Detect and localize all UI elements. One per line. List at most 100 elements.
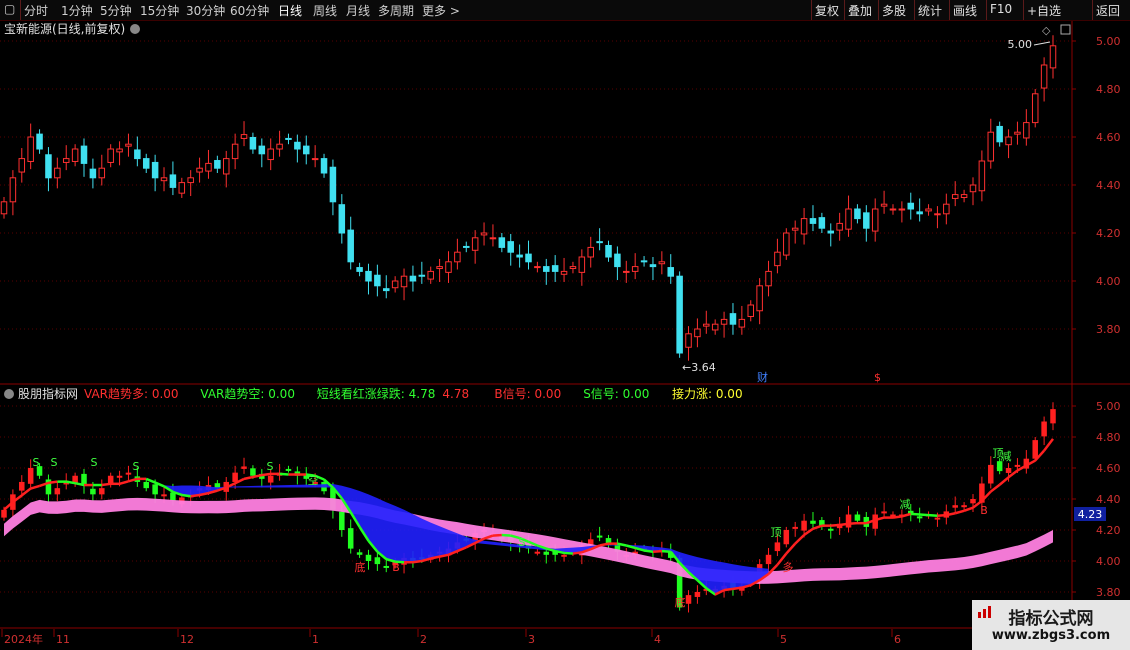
trend-line-segment [572, 551, 583, 555]
signal-label: 多 [783, 560, 794, 574]
trend-line-segment [190, 493, 200, 498]
indicator-axis-label: 4.60 [1096, 462, 1121, 475]
indicator-axis-label: 3.80 [1096, 586, 1121, 599]
toolbar-button-4[interactable]: 画线 [953, 2, 977, 19]
trend-line-segment [261, 472, 271, 477]
candle-body [436, 266, 443, 270]
indicator-value-5: S信号: 0.00 [583, 387, 649, 401]
ind-candle-body [916, 516, 923, 519]
ind-candle-body [241, 466, 247, 469]
period-toolbar: 分时 1分钟 5分钟 15分钟 30分钟 60分钟 日线 周线 月线 多周期 更多 > 复权 叠加 多股统… [0, 0, 1130, 21]
toolbar-button-0[interactable]: 复权 [815, 2, 839, 19]
signal-label: S [267, 460, 274, 473]
candle-body [54, 167, 61, 179]
candle-body [231, 143, 239, 160]
trend-line-segment [937, 513, 947, 517]
main-axis-label: 4.40 [1096, 179, 1121, 192]
toolbar-button-6[interactable]: +自选 [1027, 2, 1061, 19]
ind-candle-body [19, 481, 25, 491]
tab-3[interactable]: 15分钟 [140, 2, 179, 19]
candle-body [1023, 122, 1030, 139]
ind-candle-body [845, 514, 852, 528]
tab-6[interactable]: 日线 [278, 2, 302, 19]
candle-body [116, 148, 123, 153]
trend-line-segment [963, 506, 974, 512]
toolbar-button-2[interactable]: 多股 [882, 2, 906, 19]
candle-body [338, 204, 346, 234]
signal-label: B [980, 504, 988, 517]
candle-body [329, 166, 337, 203]
candle-body [898, 208, 906, 211]
candle-body [614, 253, 621, 268]
tab-9[interactable]: 多周期 [378, 2, 414, 19]
indicator-dropdown-icon[interactable] [4, 389, 14, 399]
time-axis-label: 2024年 [4, 632, 43, 646]
candle-body [951, 194, 959, 199]
candle-body [738, 318, 746, 328]
panel-toggle-icon[interactable]: ▢ [4, 2, 15, 16]
toolbar-button-3[interactable]: 统计 [918, 2, 942, 19]
ind-candle-body [1032, 440, 1038, 459]
signal-label: S [51, 456, 58, 469]
indicator-axis-label: 5.00 [1096, 400, 1121, 413]
signal-label: S [133, 460, 140, 473]
candle-body [222, 158, 230, 175]
candle-body [551, 265, 559, 272]
tab-7[interactable]: 周线 [313, 2, 337, 19]
ind-candle-body [988, 464, 994, 484]
signal-label: S [33, 456, 40, 469]
candle-body [729, 313, 737, 325]
indicator-value-4: B信号: 0.00 [494, 387, 561, 401]
candle-body [560, 270, 568, 275]
indicator-axis-label: 4.40 [1096, 493, 1121, 506]
signal-label: 空 [308, 473, 319, 487]
candle-body [480, 232, 488, 236]
tab-5[interactable]: 60分钟 [230, 2, 269, 19]
tab-10[interactable]: 更多 > [422, 2, 460, 19]
tab-4[interactable]: 30分钟 [186, 2, 225, 19]
candle-body [969, 184, 977, 193]
signal-label: 减 [900, 498, 911, 511]
candle-body [267, 148, 274, 161]
ind-candle-body [116, 475, 123, 478]
time-axis-label: 3 [528, 633, 535, 646]
tab-8[interactable]: 月线 [346, 2, 370, 19]
trend-line-segment [279, 472, 289, 476]
ind-candle-body [267, 475, 274, 483]
ind-candle-body [801, 520, 807, 531]
candle-body [880, 203, 888, 207]
toolbar-button-5[interactable]: F10 [990, 2, 1012, 16]
title-dropdown-icon[interactable] [130, 24, 140, 34]
tab-0[interactable]: 分时 [24, 2, 48, 19]
candle-body [365, 270, 372, 282]
ind-candle-body [827, 528, 834, 531]
candle-body [863, 212, 870, 229]
candle-body [774, 251, 781, 267]
toolbar-separator [1023, 0, 1024, 20]
candle-body [978, 160, 986, 192]
candle-body [694, 328, 701, 338]
candle-body [827, 230, 835, 234]
tab-2[interactable]: 5分钟 [100, 2, 132, 19]
candle-body [400, 275, 408, 288]
candle-body [169, 174, 177, 188]
candle-body [596, 241, 603, 244]
candle-body [791, 227, 799, 231]
toolbar-button-7[interactable]: 返回 [1096, 2, 1120, 19]
candle-body [9, 177, 17, 203]
ind-candle-body [1014, 464, 1021, 467]
ind-candle-body [383, 565, 390, 568]
candle-body [783, 232, 790, 256]
tab-1[interactable]: 1分钟 [61, 2, 93, 19]
trend-line-segment [892, 515, 903, 519]
trend-line-segment [412, 559, 422, 564]
ind-candle-body [1050, 409, 1056, 424]
candle-body [62, 158, 70, 163]
candle-body [285, 137, 292, 140]
candle-body [703, 323, 710, 327]
toolbar-button-1[interactable]: 叠加 [848, 2, 872, 19]
panel-maximize-icon[interactable] [1060, 24, 1071, 35]
trend-line-segment [794, 534, 805, 545]
candle-body [409, 275, 417, 282]
candle-body [347, 229, 354, 263]
